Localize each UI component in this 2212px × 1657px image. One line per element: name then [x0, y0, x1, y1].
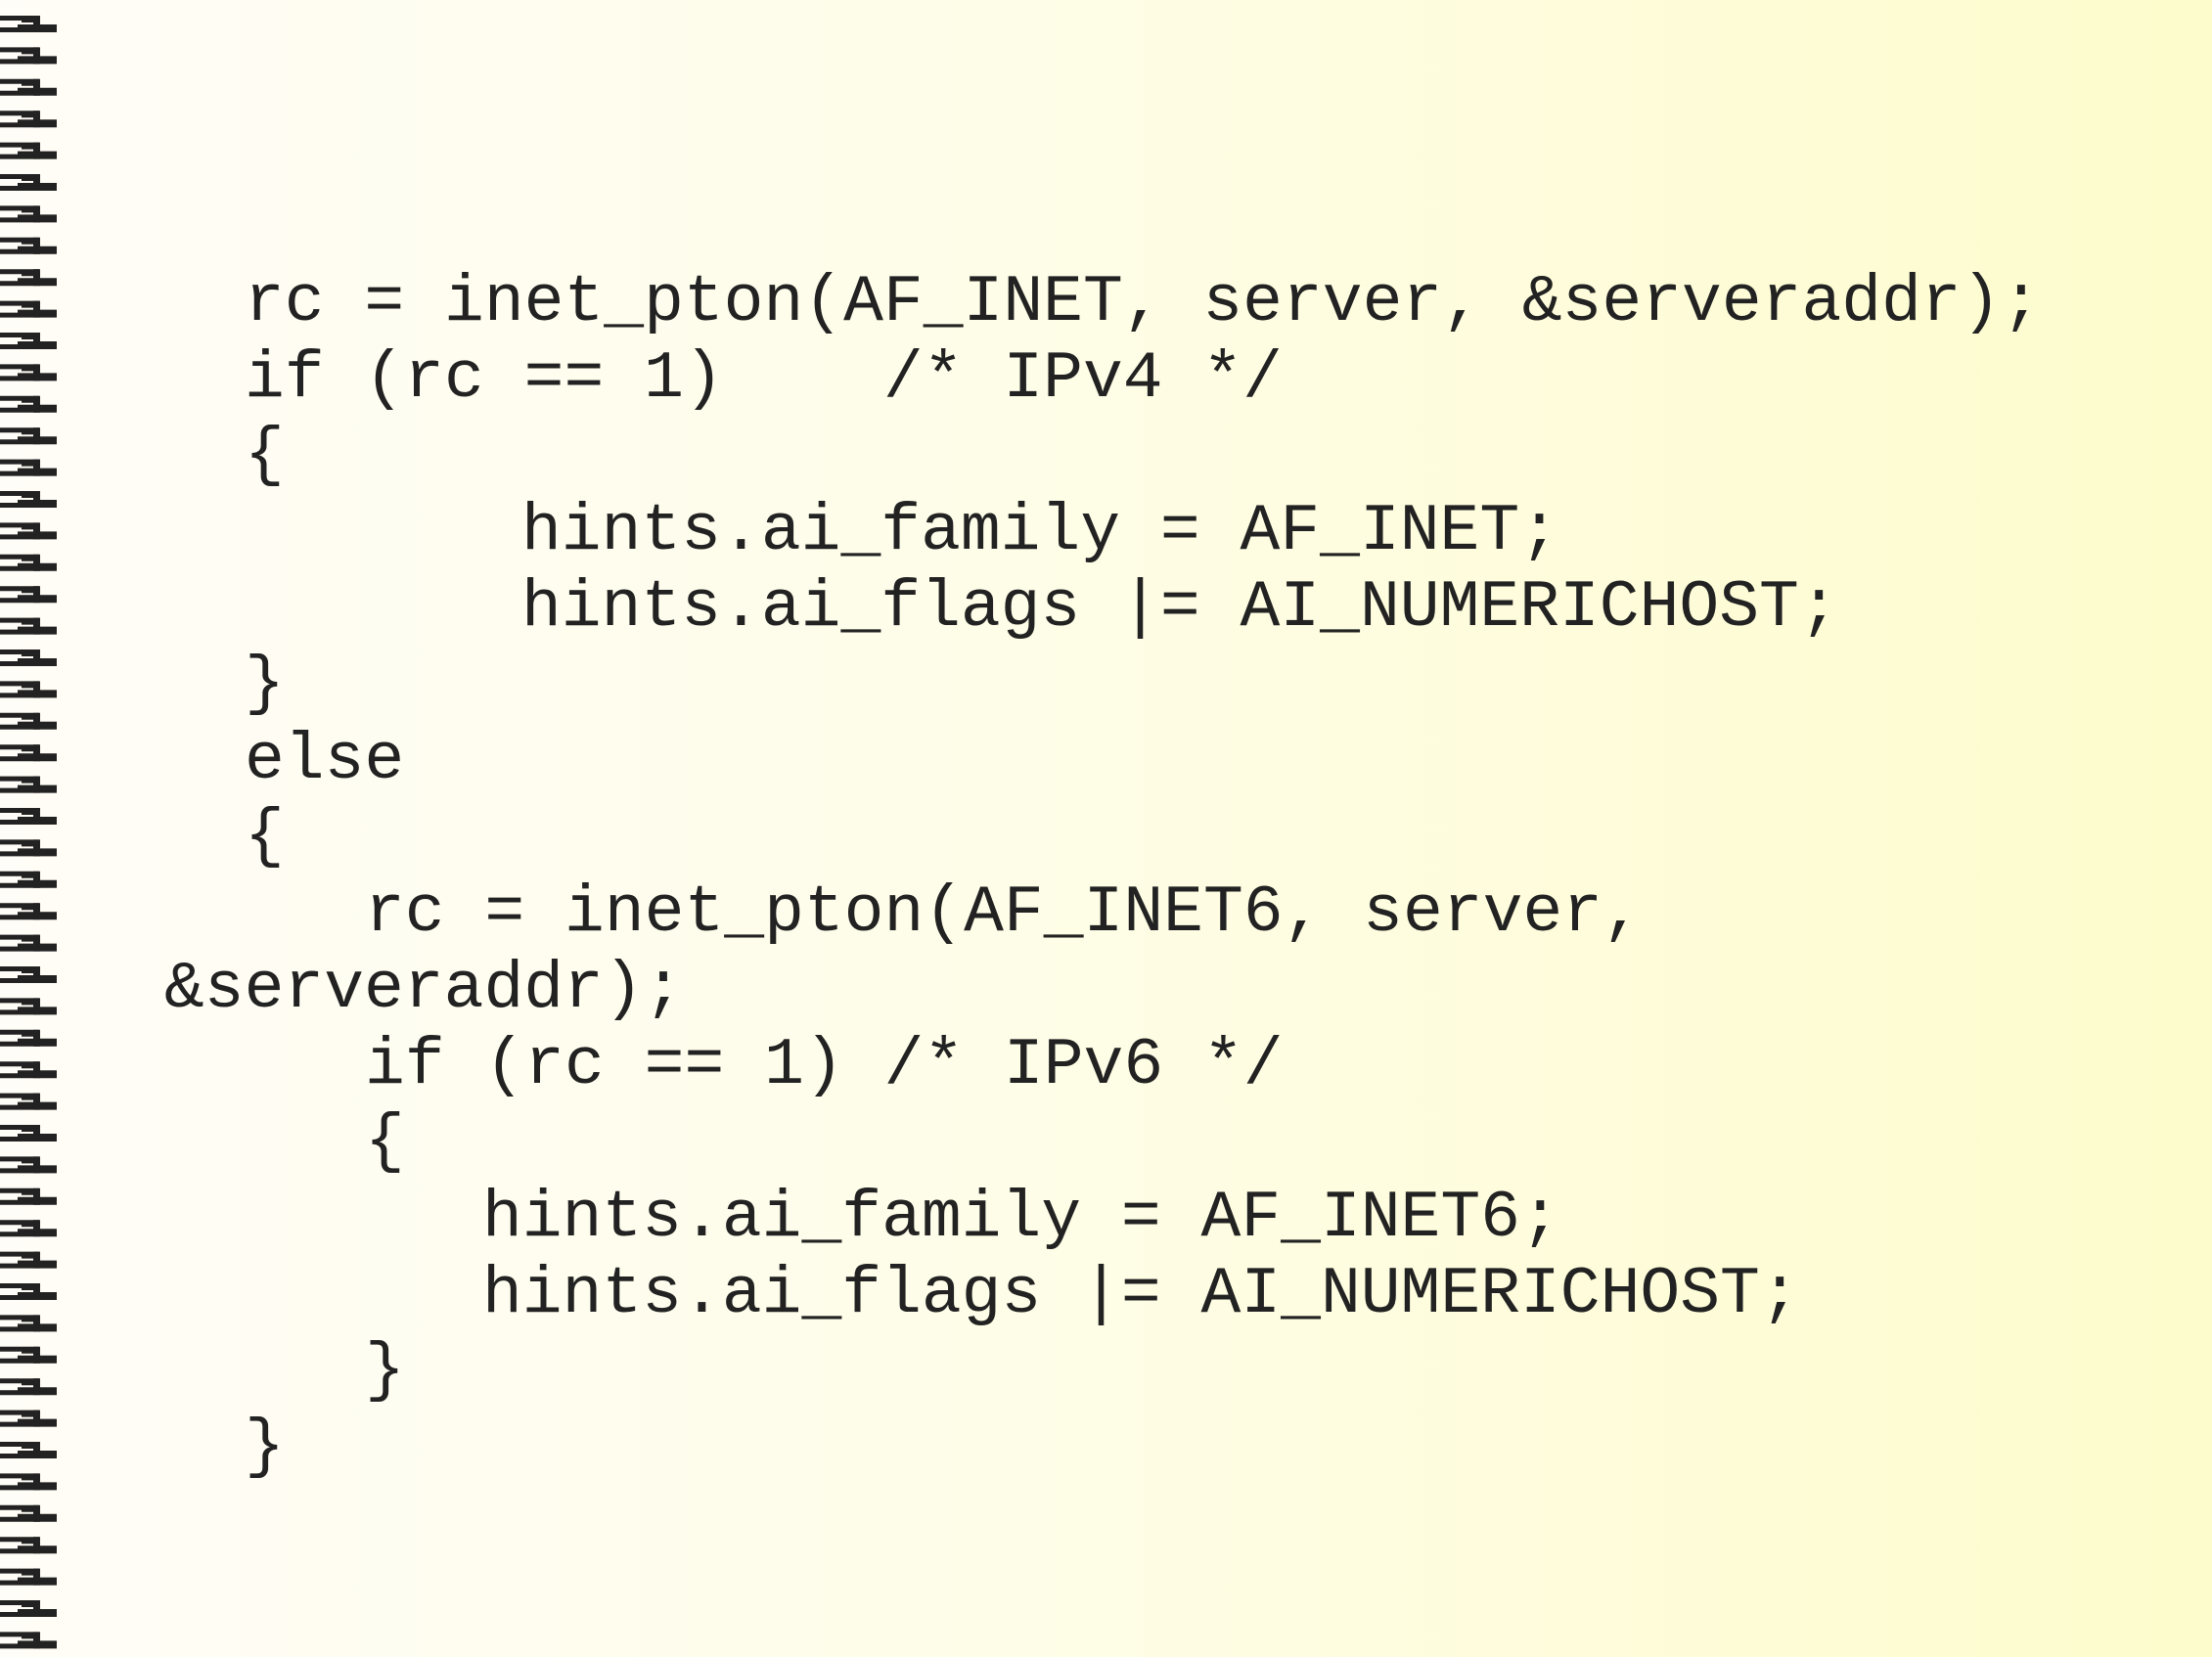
- code-line-16: }: [245, 1410, 285, 1485]
- code-line-7: else: [245, 723, 405, 798]
- code-line-13: hints.ai_family = AF_INET6;: [482, 1181, 1560, 1256]
- code-line-9: rc = inet_pton(AF_INET6, server,: [365, 875, 1643, 951]
- code-listing: rc = inet_pton(AF_INET, server, &servera…: [0, 0, 2212, 1657]
- code-line-12: {: [365, 1104, 405, 1180]
- code-line-2: if (rc == 1) /* IPv4 */: [245, 341, 1283, 417]
- code-line-1: rc = inet_pton(AF_INET, server, &servera…: [245, 265, 2042, 340]
- code-line-5: hints.ai_flags |= AI_NUMERICHOST;: [521, 570, 1839, 646]
- code-line-14: hints.ai_flags |= AI_NUMERICHOST;: [482, 1257, 1800, 1332]
- code-line-4: hints.ai_family = AF_INET;: [521, 494, 1559, 569]
- code-line-8: {: [245, 799, 285, 874]
- code-line-15: }: [365, 1333, 405, 1409]
- code-line-6: }: [245, 647, 285, 722]
- code-line-11: if (rc == 1) /* IPv6 */: [365, 1028, 1284, 1103]
- code-line-10: &serveraddr);: [164, 952, 684, 1027]
- code-line-3: {: [245, 418, 285, 493]
